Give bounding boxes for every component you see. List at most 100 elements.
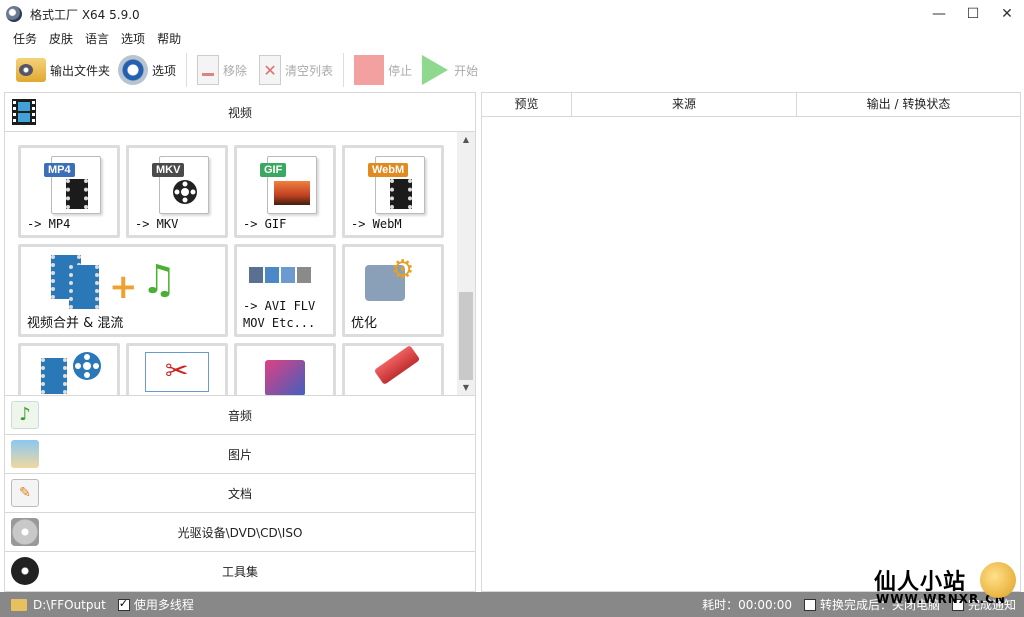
output-path[interactable]: D:\FFOutput [33,598,106,612]
after-convert-checkbox[interactable] [803,598,816,611]
disc-icon [11,518,39,546]
toolbar-divider [343,53,345,87]
column-source[interactable]: 来源 [572,93,797,116]
multithread-checkbox[interactable] [117,597,130,611]
category-video-label: 视频 [227,105,252,120]
category-tools[interactable]: 工具集 [5,552,475,591]
tile-label: -> MKV [135,217,179,231]
folder-icon [16,58,46,82]
tile-label: 优化 [351,316,378,331]
remove-button[interactable]: 移除 [193,52,251,88]
task-table-header: 预览 来源 输出 / 转换状态 [482,93,1020,117]
options-label: 选项 [152,63,177,78]
film-reel-icon [11,557,39,585]
tile-label: -> AVI FLV MOV Etc... [243,299,316,330]
tile-label: 视频合并 & 混流 [27,316,124,331]
category-audio-label: 音频 [227,408,252,423]
format-icons [249,267,311,283]
menu-task[interactable]: 任务 [13,30,37,47]
clear-list-button[interactable]: ✕ 清空列表 [255,52,337,88]
menu-options[interactable]: 选项 [121,30,145,47]
gif-file-icon: GIF [260,156,317,214]
scrollbar[interactable]: ▲ ▼ [457,132,475,395]
tile-video-crop[interactable]: ✂ [126,343,228,395]
site-watermark: 仙人小站 WWW.WRNXR.CN [870,562,1020,610]
gear-icon: ⚙ [391,255,415,285]
scissors-icon: ✂ [165,354,189,387]
tile-to-other-formats[interactable]: -> AVI FLV MOV Etc... [234,244,336,337]
tile-to-mkv[interactable]: MKV -> MKV [126,145,228,238]
image-edit-icon [265,360,305,395]
category-image[interactable]: 图片 [5,435,475,474]
plus-icon: + [109,267,138,307]
tile-optimize[interactable]: ⚙ 优化 [342,244,444,337]
category-audio[interactable]: ♪ 音频 [5,396,475,435]
close-button[interactable]: ✕ [990,0,1024,28]
output-folder-label: 输出文件夹 [50,63,111,78]
sunset-icon [274,181,310,205]
film-icon [69,265,99,309]
title-bar: 格式工厂 X64 5.9.0 — ☐ ✕ [0,0,1024,28]
elapsed-time: 耗时：00:00:00 [702,598,792,612]
picture-icon [11,440,39,468]
film-icon [10,97,38,127]
toolbar-divider [186,53,188,87]
maximize-button[interactable]: ☐ [956,0,990,28]
mp4-file-icon: MP4 [44,156,101,214]
category-document-label: 文档 [227,486,252,501]
tile-to-gif[interactable]: GIF -> GIF [234,145,336,238]
options-icon [118,55,149,85]
tile-to-webm[interactable]: WebM -> WebM [342,145,444,238]
task-list-panel: 预览 来源 输出 / 转换状态 [481,92,1021,592]
mascot-icon [980,562,1016,598]
gif-badge: GIF [260,163,287,177]
video-tools-grid: MP4 -> MP4 MKV -> MKV GIF -> GIF WebM ->… [5,132,475,396]
menu-language[interactable]: 语言 [85,30,109,47]
mkv-file-icon: MKV [152,156,209,214]
tile-video-merge[interactable]: + ♫ 视频合并 & 混流 [18,244,228,337]
tile-video-extract[interactable] [18,343,120,395]
clear-list-label: 清空列表 [285,63,334,78]
reel-icon [173,180,197,204]
menu-bar: 任务 皮肤 语言 选项 帮助 [0,28,193,48]
minimize-button[interactable]: — [922,0,956,28]
category-video-header[interactable]: 视频 [5,93,475,132]
category-document[interactable]: ✎ 文档 [5,474,475,513]
scroll-down-icon[interactable]: ▼ [457,380,475,395]
tile-video-watermark[interactable] [234,343,336,395]
scroll-up-icon[interactable]: ▲ [457,132,475,148]
remove-icon [197,55,220,85]
mp4-badge: MP4 [44,163,75,177]
stop-icon [354,55,385,85]
film-icon [66,179,88,209]
music-note-icon: ♪ [11,401,39,429]
category-tools-label: 工具集 [221,565,258,579]
column-preview[interactable]: 预览 [482,93,572,116]
stop-button[interactable]: 停止 [350,52,416,88]
menu-help[interactable]: 帮助 [157,30,181,47]
category-image-label: 图片 [227,447,252,462]
options-button[interactable]: 选项 [114,52,180,88]
webm-file-icon: WebM [368,156,425,214]
start-label: 开始 [454,63,479,78]
toolbar: 输出文件夹 选项 移除 ✕ 清空列表 停止 开始 [0,50,1024,90]
scroll-thumb[interactable] [459,292,473,380]
category-panel: 视频 MP4 -> MP4 MKV -> MKV GIF -> GIF WebM… [4,92,476,592]
output-folder-button[interactable]: 输出文件夹 [12,52,114,88]
clear-list-icon: ✕ [259,55,282,85]
mkv-badge: MKV [152,163,185,177]
reel-icon [73,352,101,380]
window-title: 格式工厂 X64 5.9.0 [30,7,140,22]
app-icon [6,6,22,22]
webm-badge: WebM [368,163,409,177]
start-button[interactable]: 开始 [416,52,482,88]
column-output-status[interactable]: 输出 / 转换状态 [797,93,1020,116]
menu-skin[interactable]: 皮肤 [49,30,73,47]
tile-remove-watermark[interactable] [342,343,444,395]
tile-to-mp4[interactable]: MP4 -> MP4 [18,145,120,238]
folder-icon [11,598,27,611]
film-icon [390,179,412,209]
category-optical[interactable]: 光驱设备\DVD\CD\ISO [5,513,475,552]
tile-label: -> GIF [243,217,287,231]
category-optical-label: 光驱设备\DVD\CD\ISO [177,525,303,540]
